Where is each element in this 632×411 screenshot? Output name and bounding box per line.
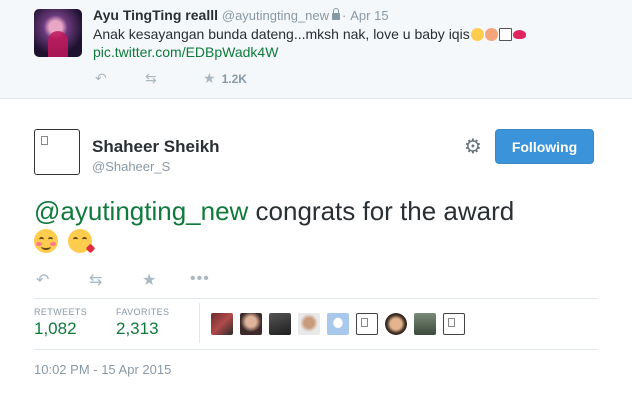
main-name[interactable]: Shaheer Sheikh [92, 137, 220, 157]
parent-name[interactable]: Ayu TingTing realll [93, 7, 218, 23]
retweets-label: RETWEETS [34, 307, 88, 317]
retweet-icon[interactable]: ⇆ [89, 270, 102, 290]
mention-link[interactable]: @ayutingting_new [34, 196, 248, 226]
favorite-button[interactable]: ★ 1.2K [203, 70, 247, 87]
favoriter-avatar[interactable] [269, 313, 291, 335]
main-emojis [34, 229, 98, 255]
favoriter-avatar[interactable] [414, 313, 436, 335]
blush-emoji-icon [34, 229, 58, 253]
favoriter-avatar[interactable] [298, 313, 320, 335]
favorites-label: FAVORITES [116, 307, 170, 317]
tweet-timestamp[interactable]: 10:02 PM - 15 Apr 2015 [34, 362, 171, 377]
main-tweet-body: congrats for the award [248, 196, 515, 226]
lips-emoji-icon [512, 30, 526, 39]
favoriter-avatar[interactable] [211, 313, 233, 335]
main-tweet-text: @ayutingting_new congrats for the award [34, 196, 514, 226]
favorite-count: 1.2K [221, 72, 247, 86]
separator: · [342, 8, 347, 23]
reply-icon[interactable]: ↶ [95, 70, 107, 87]
eye-icon [73, 237, 79, 242]
mouth-icon [41, 243, 51, 250]
star-icon[interactable]: ★ [142, 270, 156, 290]
star-icon: ★ [203, 70, 216, 86]
retweets-count: 1,082 [34, 319, 77, 338]
parent-text-body: Anak kesayangan bunda dateng...mksh nak,… [93, 26, 470, 42]
favoriter-avatar[interactable] [443, 313, 465, 335]
eye-icon [82, 237, 88, 242]
kiss-emoji-icon [470, 28, 484, 41]
following-button[interactable]: Following [495, 129, 594, 164]
stats-separator [199, 303, 200, 343]
gear-icon[interactable]: ⚙ [462, 136, 484, 158]
main-handle[interactable]: @Shaheer_S [92, 159, 170, 174]
missing-glyph-icon [498, 28, 512, 41]
parent-tweet[interactable]: Ayu TingTing realll @ayutingting_new · Ap… [0, 0, 632, 99]
favoriter-avatar[interactable] [385, 313, 407, 335]
broken-image-icon [448, 318, 455, 327]
main-avatar[interactable] [34, 129, 80, 175]
favorites-stat[interactable]: FAVORITES 2,313 [116, 307, 169, 339]
favoriter-avatar[interactable] [240, 313, 262, 335]
divider [34, 298, 598, 299]
retweets-stat[interactable]: RETWEETS 1,082 [34, 307, 87, 339]
more-icon[interactable]: ••• [190, 270, 210, 288]
parent-pic-link[interactable]: pic.twitter.com/EDBpWadk4W [93, 44, 278, 60]
divider [34, 349, 598, 350]
favoriter-avatar[interactable] [356, 313, 378, 335]
favoriter-avatar[interactable] [327, 313, 349, 335]
lock-icon [332, 8, 341, 20]
parent-header: Ayu TingTing realll @ayutingting_new · Ap… [93, 7, 389, 23]
broken-image-icon [41, 136, 48, 145]
reply-icon[interactable]: ↶ [36, 270, 49, 290]
favorites-count: 2,313 [116, 319, 159, 338]
heart-icon [86, 243, 96, 254]
parent-text: Anak kesayangan bunda dateng...mksh nak,… [93, 26, 526, 42]
baby-emoji-icon [484, 28, 498, 41]
parent-time[interactable]: Apr 15 [350, 8, 388, 23]
parent-handle[interactable]: @ayutingting_new [222, 8, 329, 23]
parent-avatar[interactable] [34, 9, 82, 57]
retweet-icon[interactable]: ⇆ [145, 70, 157, 87]
kiss-emoji-icon [68, 229, 96, 254]
broken-image-icon [361, 318, 368, 327]
